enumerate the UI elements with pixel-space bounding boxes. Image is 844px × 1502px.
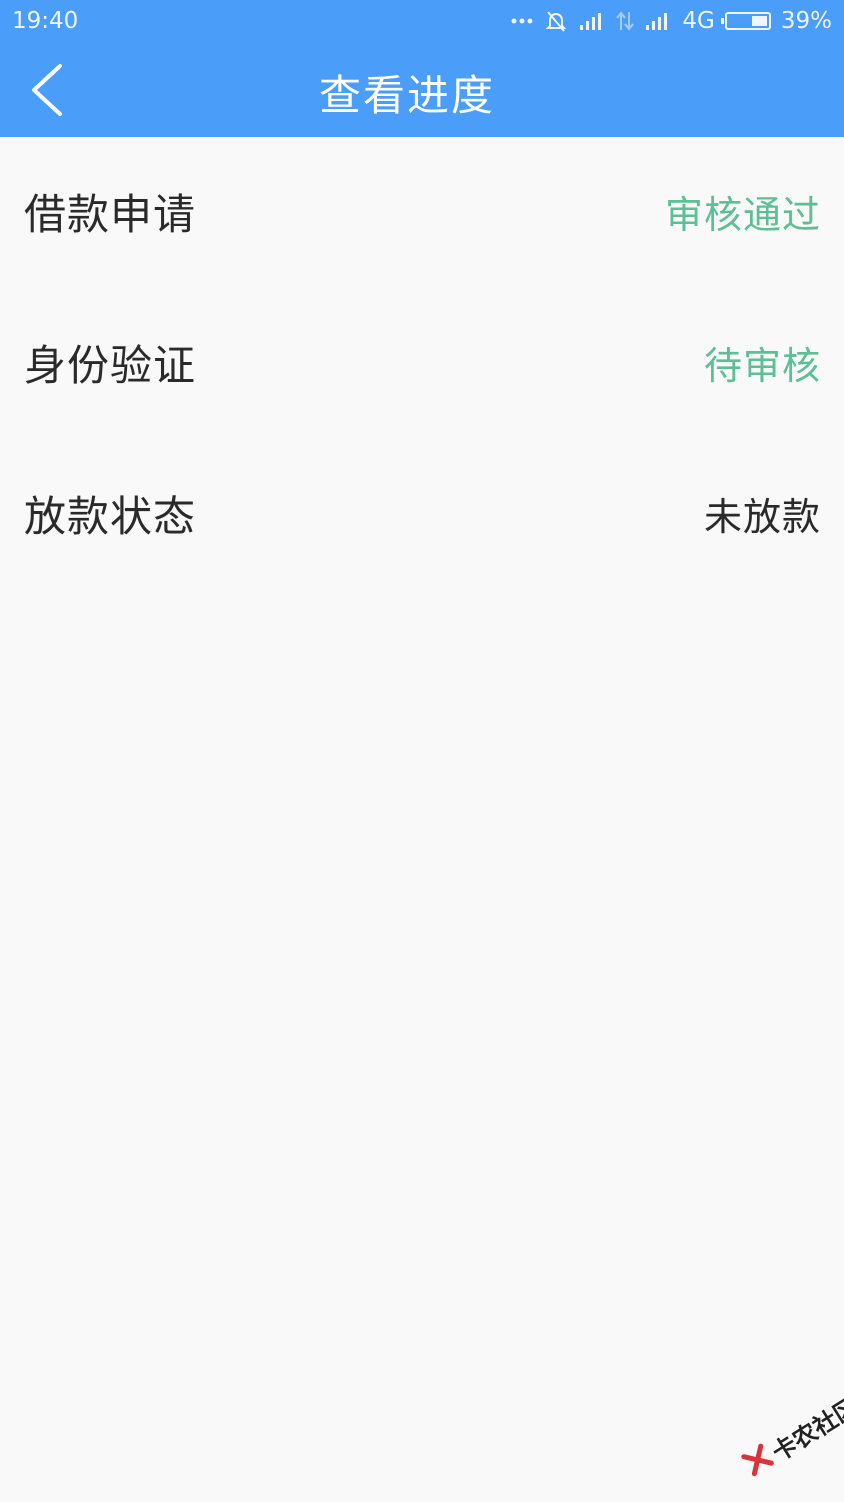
bell-muted-icon (544, 9, 568, 33)
status-bar: 19:40 4G 39% (0, 0, 844, 44)
progress-label: 借款申请 (24, 190, 197, 239)
page-title: 查看进度 (318, 71, 495, 120)
signal-icon (578, 11, 606, 31)
watermark-text: 卡农社区 (766, 1391, 844, 1467)
progress-status: 未放款 (703, 495, 821, 539)
status-time: 19:40 (12, 8, 79, 34)
progress-row-identity-verification: 身份验证 待审核 (0, 288, 844, 439)
progress-row-loan-application: 借款申请 审核通过 (0, 137, 844, 288)
more-dots-icon (510, 17, 534, 25)
progress-row-disbursement: 放款状态 未放款 (0, 439, 844, 590)
watermark: 卡农社区 (726, 1382, 844, 1502)
progress-status: 审核通过 (664, 193, 821, 237)
progress-list: 借款申请 审核通过 身份验证 待审核 放款状态 未放款 (0, 137, 844, 590)
signal-icon-secondary (644, 11, 672, 31)
progress-label: 放款状态 (24, 492, 197, 541)
progress-status: 待审核 (703, 344, 821, 388)
status-icons: 4G 39% (510, 6, 832, 36)
battery-icon (720, 12, 771, 30)
data-transfer-icon (616, 10, 635, 32)
battery-percent: 39% (780, 8, 832, 34)
app-header: 19:40 4G 39% 查看进度 (0, 0, 844, 137)
network-type: 4G (682, 8, 715, 34)
battery-level (751, 16, 767, 26)
progress-label: 身份验证 (24, 341, 197, 390)
